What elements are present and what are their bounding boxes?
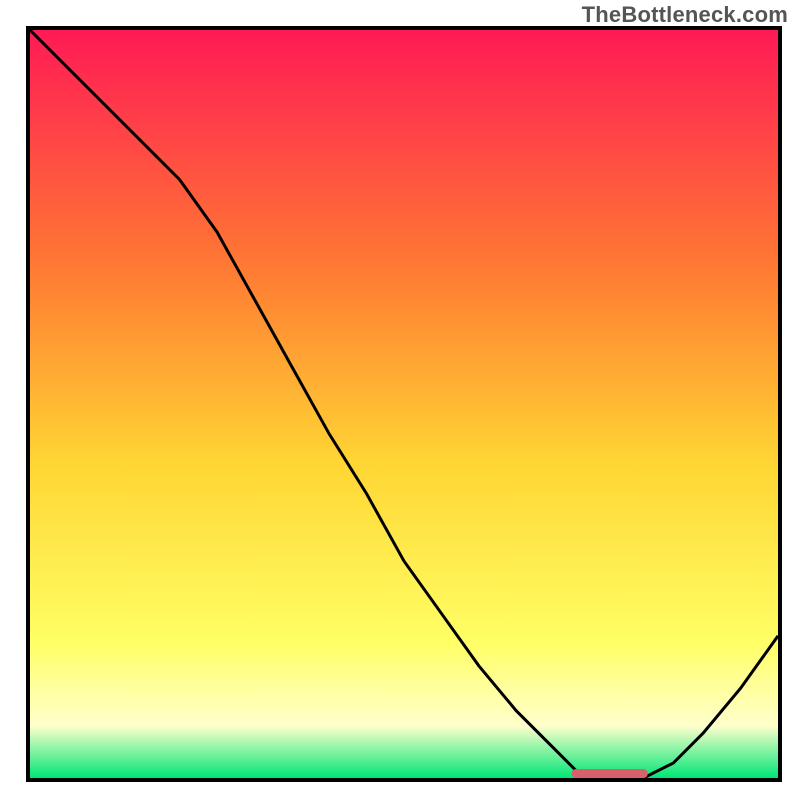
chart-frame: TheBottleneck.com (0, 0, 800, 800)
plot-svg (30, 30, 778, 778)
watermark-text: TheBottleneck.com (582, 2, 788, 28)
